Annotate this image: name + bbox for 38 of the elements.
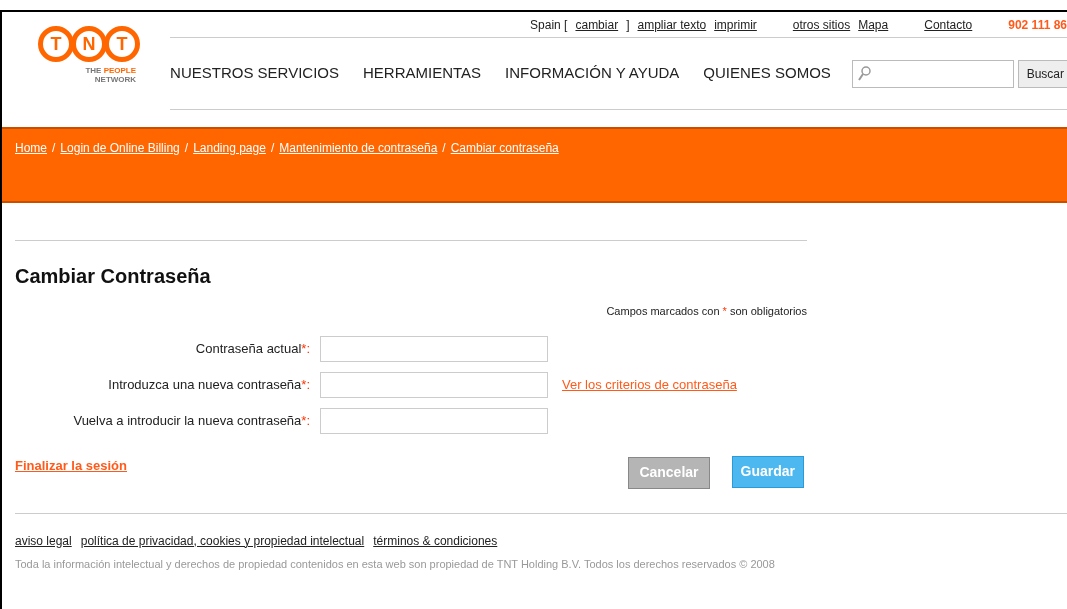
- region-label: ]: [626, 16, 630, 34]
- nav-item[interactable]: HERRAMIENTAS: [363, 62, 482, 85]
- top-link[interactable]: Mapa: [858, 15, 889, 34]
- field-label: Introduzca una nueva contraseña*:: [107, 375, 310, 394]
- footer-link[interactable]: política de privacidad, cookies y propiedad intelectual: [80, 531, 365, 550]
- region-label: Spain [: [530, 16, 568, 34]
- footer-link[interactable]: aviso legal: [15, 531, 72, 550]
- top-link[interactable]: otros sitios: [792, 15, 851, 34]
- top-link[interactable]: Contacto: [924, 15, 973, 34]
- copyright-text: Toda la información intelectual y derechos de propiedad contenidos en esta web son propiedad de TNT Holding B.V. Todos los derechos reservados © 2008: [14, 556, 776, 572]
- field-label: Contraseña actual*:: [194, 339, 310, 358]
- logo-letter: N: [71, 26, 108, 62]
- footer-link[interactable]: términos & condiciones: [373, 531, 498, 550]
- search-button[interactable]: Buscar: [1017, 59, 1067, 88]
- required-note: Campos marcados con * son obligatorios: [606, 304, 807, 319]
- breadcrumb-separator: /: [52, 140, 56, 157]
- logo-tagline: NETWORK: [94, 75, 137, 84]
- top-link[interactable]: ampliar texto: [637, 15, 707, 34]
- phone-number: 902 111 86: [1008, 16, 1067, 34]
- search-field[interactable]: [851, 59, 1014, 88]
- nav-item[interactable]: QUIENES SOMOS: [703, 62, 831, 85]
- nav-item[interactable]: NUESTROS SERVICIOS: [170, 62, 340, 85]
- password-field[interactable]: [320, 335, 548, 362]
- search-icon: [856, 65, 871, 82]
- logo-letter: T: [38, 26, 75, 62]
- top-link[interactable]: cambiar: [575, 15, 619, 34]
- top-link[interactable]: imprimir: [714, 15, 757, 34]
- page-title: Cambiar Contraseña: [15, 264, 212, 289]
- nav-item[interactable]: INFORMACIÓN Y AYUDA: [505, 62, 680, 85]
- field-label: Vuelva a introducir la nueva contraseña*:: [72, 411, 310, 430]
- breadcrumb-separator: /: [270, 140, 275, 157]
- logo-letter: T: [104, 26, 141, 62]
- logo-tagline: THE PEOPLE: [85, 66, 137, 75]
- password-field[interactable]: [320, 407, 548, 434]
- breadcrumb-separator: /: [184, 140, 189, 157]
- tnt-logo[interactable]: T N T THE PEOPLE NETWORK: [2, 12, 171, 125]
- breadcrumb-separator: /: [442, 140, 446, 157]
- password-field[interactable]: [320, 371, 548, 398]
